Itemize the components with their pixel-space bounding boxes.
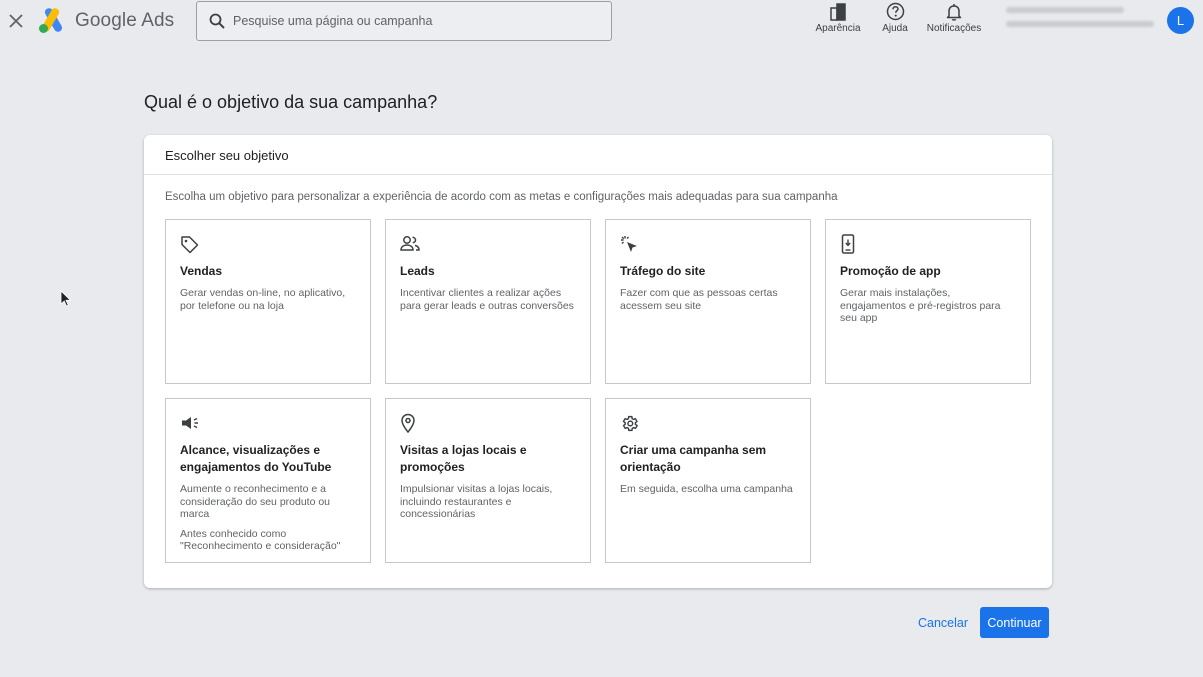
objective-description: Fazer com que as pessoas certas acessem … — [620, 287, 778, 312]
search-input[interactable] — [233, 14, 593, 28]
card-header: Escolher seu objetivo — [144, 135, 1052, 175]
mouse-cursor-icon — [60, 290, 72, 307]
phone-icon — [841, 234, 855, 254]
cancel-button[interactable]: Cancelar — [912, 609, 974, 637]
google-ads-logo-icon — [39, 8, 62, 33]
objective-title: Promoção de app — [840, 264, 941, 278]
objective-title: Criar uma campanha sem orientação — [620, 443, 767, 474]
objective-description: Gerar mais instalações, engajamentos e p… — [840, 287, 1001, 324]
tag-icon — [181, 235, 199, 253]
objective-note: Antes conhecido como "Reconhecimento e c… — [180, 527, 341, 553]
objective-description: Em seguida, escolha uma campanha — [620, 483, 793, 495]
objective-title: Vendas — [180, 264, 223, 278]
objective-tile-lojas-locais[interactable]: Visitas a lojas locais e promoções Impul… — [385, 398, 591, 563]
objective-card: Escolher seu objetivo Escolha um objetiv… — [144, 135, 1052, 588]
bell-icon — [946, 4, 962, 21]
help-icon — [886, 2, 904, 21]
objective-title: Leads — [400, 264, 435, 278]
location-pin-icon — [401, 413, 415, 433]
close-button[interactable] — [6, 11, 26, 31]
objective-tile-trafego[interactable]: Tráfego do site Fazer com que as pessoas… — [605, 219, 811, 384]
objective-tile-sem-orientacao[interactable]: Criar uma campanha sem orientação Em seg… — [605, 398, 811, 563]
objective-title: Alcance, visualizações e engajamentos do… — [180, 443, 332, 474]
appearance-button[interactable]: Aparência — [812, 0, 864, 34]
objective-tile-leads[interactable]: Leads Incentivar clientes a realizar açõ… — [385, 219, 591, 384]
help-label: Ajuda — [882, 23, 908, 34]
search-icon — [209, 13, 225, 29]
objective-description: Impulsionar visitas a lojas locais, incl… — [400, 483, 553, 520]
gear-icon — [622, 415, 638, 431]
objective-title: Tráfego do site — [620, 264, 706, 278]
objective-tile-app[interactable]: Promoção de app Gerar mais instalações, … — [825, 219, 1031, 384]
avatar[interactable]: L — [1167, 7, 1194, 34]
brand-name: Google Ads — [75, 10, 175, 31]
megaphone-icon — [182, 417, 198, 429]
objective-tile-vendas[interactable]: Vendas Gerar vendas on-line, no aplicati… — [165, 219, 371, 384]
notifications-label: Notificações — [926, 23, 982, 34]
top-bar: Google Ads Aparência Ajuda — [0, 0, 1203, 46]
close-icon — [9, 14, 23, 28]
appearance-icon — [830, 3, 846, 21]
objective-tile-youtube[interactable]: Alcance, visualizações e engajamentos do… — [165, 398, 371, 563]
card-description: Escolha um objetivo para personalizar a … — [165, 191, 838, 203]
objective-description: Incentivar clientes a realizar ações par… — [400, 287, 574, 312]
objective-description: Gerar vendas on-line, no aplicativo, por… — [180, 287, 346, 312]
cursor-click-icon — [621, 235, 637, 252]
objective-description: Aumente o reconhecimento e a consideraçã… — [180, 483, 331, 520]
appearance-label: Aparência — [815, 23, 861, 34]
objective-title: Visitas a lojas locais e promoções — [400, 443, 527, 474]
people-icon — [400, 236, 420, 251]
page-title: Qual é o objetivo da sua campanha? — [144, 92, 438, 112]
help-button[interactable]: Ajuda — [878, 0, 912, 34]
continue-button[interactable]: Continuar — [980, 607, 1049, 638]
notifications-button[interactable]: Notificações — [922, 0, 986, 34]
search-box[interactable] — [196, 1, 612, 41]
account-info-redacted[interactable] — [1006, 7, 1156, 35]
